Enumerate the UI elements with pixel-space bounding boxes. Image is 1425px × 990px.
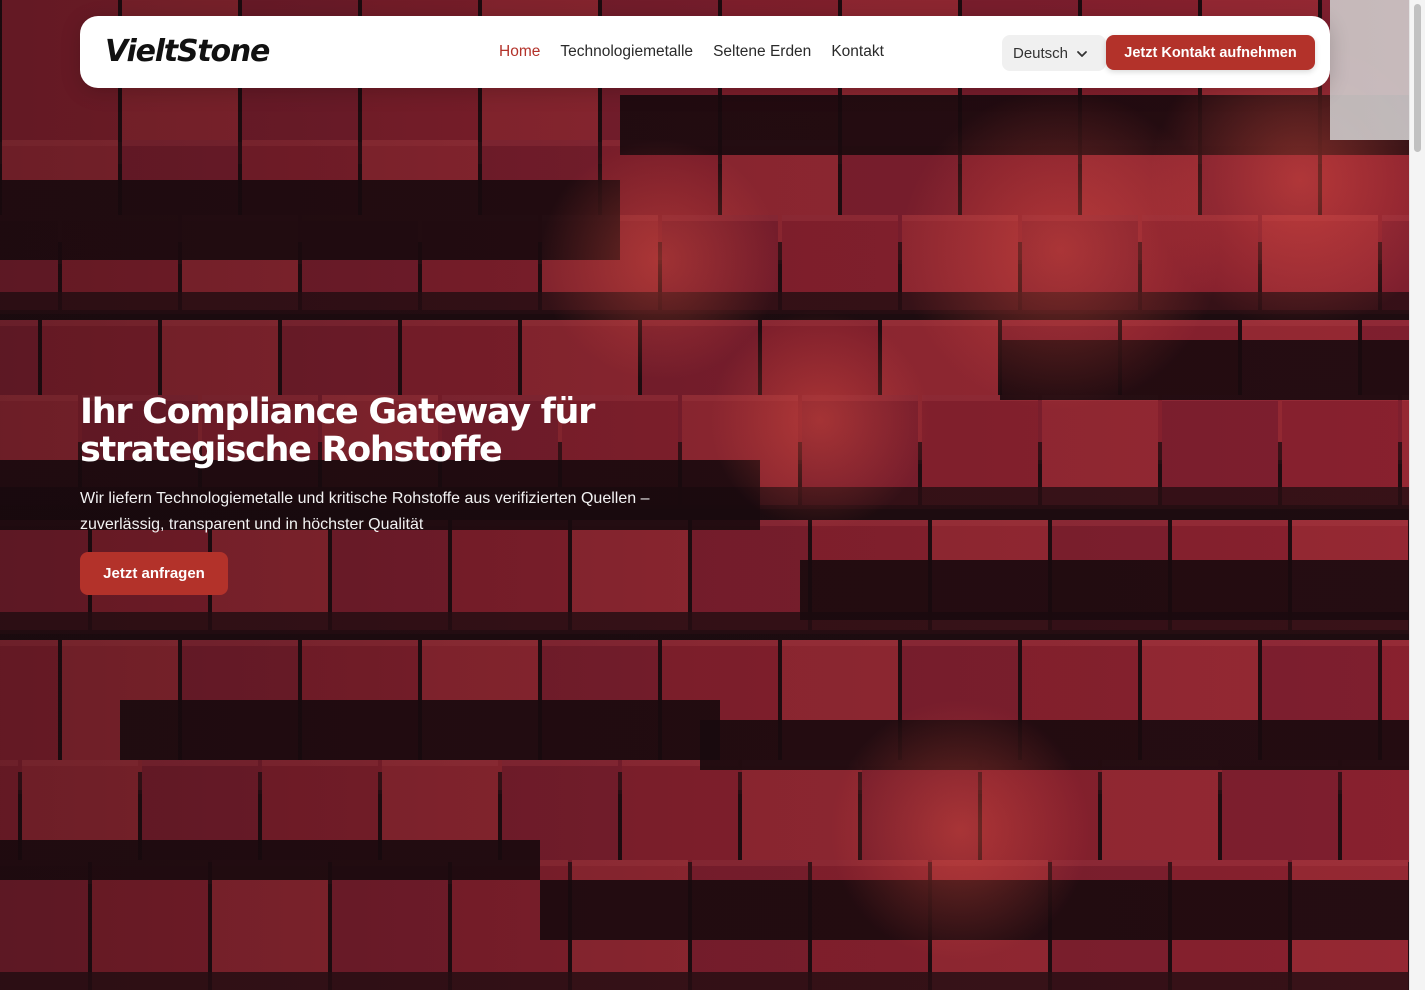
site-header: VieltStone Home Technologiemetalle Selte… — [80, 16, 1330, 88]
logo[interactable]: VieltStone — [105, 33, 270, 71]
hero-subtitle-line-2: zuverlässig, transparent und in höchster… — [80, 516, 424, 533]
chevron-down-icon — [1076, 47, 1088, 59]
hero-title-line-2: strategische Rohstoffe — [80, 430, 503, 470]
inquire-button[interactable]: Jetzt anfragen — [80, 552, 228, 595]
scrollbar-thumb[interactable] — [1414, 4, 1421, 152]
nav-item-kontakt[interactable]: Kontakt — [831, 43, 884, 61]
main-nav: Home Technologiemetalle Seltene Erden Ko… — [499, 16, 884, 88]
scrollbar[interactable] — [1409, 0, 1425, 990]
hero-subtitle: Wir liefern Technologiemetalle und kriti… — [80, 486, 740, 538]
language-select-value: Deutsch — [1013, 44, 1069, 62]
nav-item-seltene-erden[interactable]: Seltene Erden — [713, 43, 811, 61]
hero-title-line-1: Ihr Compliance Gateway für — [80, 392, 595, 432]
hero-title: Ihr Compliance Gateway für strategische … — [80, 393, 720, 469]
nav-item-technologiemetalle[interactable]: Technologiemetalle — [560, 43, 693, 61]
nav-item-home[interactable]: Home — [499, 43, 540, 61]
language-select[interactable]: Deutsch — [1002, 35, 1106, 71]
hero-subtitle-line-1: Wir liefern Technologiemetalle und kriti… — [80, 490, 650, 507]
page: VieltStone Home Technologiemetalle Selte… — [0, 0, 1425, 990]
contact-cta-button[interactable]: Jetzt Kontakt aufnehmen — [1106, 35, 1315, 70]
